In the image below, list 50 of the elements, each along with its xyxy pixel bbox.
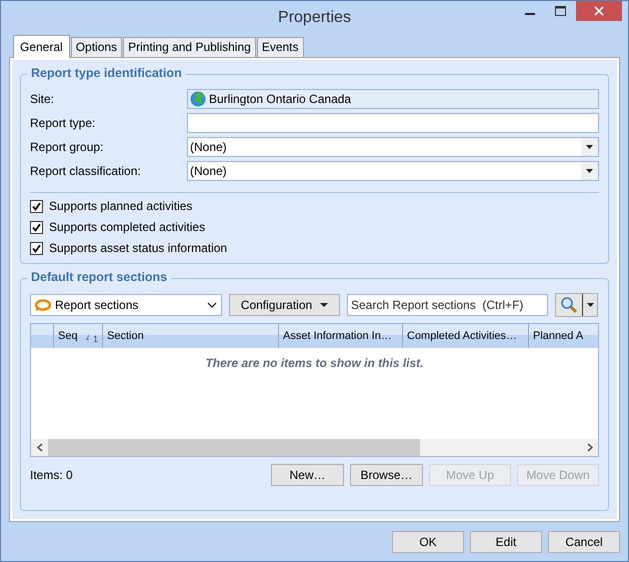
tab[interactable]: General: [13, 35, 70, 58]
dropdown-arrow-icon: [586, 303, 594, 307]
scroll-right-icon[interactable]: [586, 443, 592, 452]
dropdown-field[interactable]: (None): [187, 137, 599, 157]
field-label: Site:: [30, 92, 56, 106]
column-header[interactable]: Section: [103, 324, 279, 348]
scroll-left-icon[interactable]: [36, 443, 42, 452]
search-field[interactable]: Search Report sections (Ctrl+F): [347, 294, 548, 316]
dropdown-arrow-icon: [320, 303, 328, 307]
list-button[interactable]: New…: [271, 464, 344, 486]
globe-icon: [190, 91, 206, 107]
text-field[interactable]: [187, 113, 599, 133]
group-title: Default report sections: [27, 270, 172, 284]
group-title: Report type identification: [27, 66, 186, 80]
column-header[interactable]: Seq 1: [54, 324, 103, 348]
configuration-button[interactable]: Configuration: [229, 294, 340, 316]
items-count: Items: 0: [30, 468, 73, 482]
site-field[interactable]: Burlington Ontario Canada: [187, 89, 599, 109]
dropdown-arrow-icon: [586, 169, 593, 173]
dialog-button[interactable]: OK: [392, 531, 464, 553]
checkbox[interactable]: [30, 200, 43, 212]
tab[interactable]: Events: [256, 37, 304, 57]
checkbox[interactable]: [30, 220, 43, 234]
column-header[interactable]: Completed Activities…: [403, 324, 529, 348]
checkbox-label: Supports completed activities: [49, 220, 206, 234]
column-header[interactable]: Asset Information In…: [279, 324, 403, 348]
empty-message: There are no items to show in this list.: [205, 356, 424, 370]
checkbox-label: Supports asset status information: [49, 241, 228, 255]
search-icon: [560, 296, 578, 314]
horizontal-scrollbar[interactable]: [31, 439, 598, 456]
chevron-down-icon: [207, 302, 217, 308]
sort-index: 1: [92, 334, 98, 344]
search-button[interactable]: [555, 293, 598, 317]
dialog-button[interactable]: Edit: [470, 531, 542, 553]
field-label: Report classification:: [30, 164, 142, 178]
close-icon[interactable]: [576, 1, 622, 21]
swirl-icon: [35, 299, 51, 311]
column-header[interactable]: Planned A: [529, 324, 598, 348]
list-button[interactable]: Browse…: [350, 464, 423, 486]
view-selector[interactable]: Report sections: [30, 294, 222, 316]
dropdown-field[interactable]: (None): [187, 161, 599, 181]
tab[interactable]: Options: [70, 37, 122, 57]
window-title: Properties: [278, 9, 351, 27]
field-label: Report type:: [30, 116, 96, 130]
checkbox-label: Supports planned activities: [49, 199, 192, 213]
dropdown-arrow-icon: [586, 145, 593, 149]
checkbox[interactable]: [30, 242, 43, 254]
dialog-button[interactable]: Cancel: [548, 531, 620, 553]
field-label: Report group:: [30, 140, 104, 154]
tab[interactable]: Printing and Publishing: [123, 37, 256, 57]
